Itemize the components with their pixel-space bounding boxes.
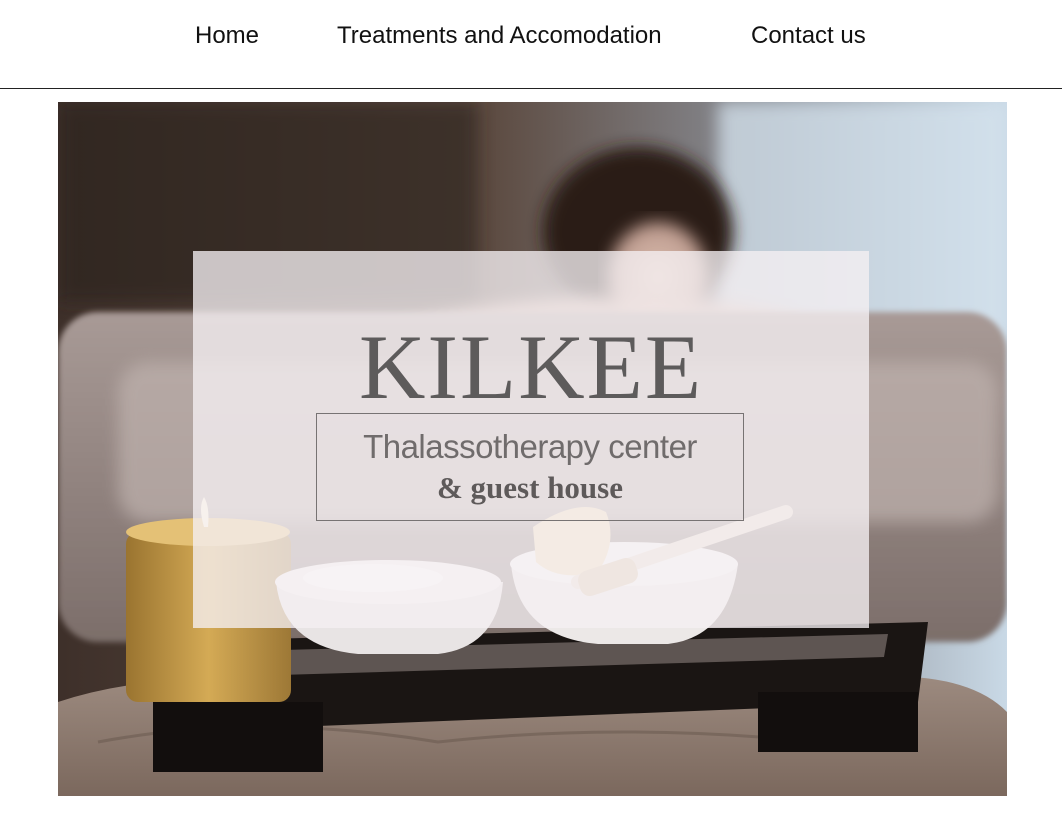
logo-panel: KILKEE Thalassotherapy center & guest ho… [193,251,869,628]
logo-subtitle-line2: & guest house [436,470,623,505]
logo-subtitle-box: Thalassotherapy center & guest house [316,413,744,521]
top-navigation: Home Treatments and Accomodation Contact… [0,0,1062,89]
logo-title: KILKEE [358,316,704,418]
hero-banner: KILKEE Thalassotherapy center & guest ho… [58,102,1007,796]
nav-link-treatments-and-accomodation[interactable]: Treatments and Accomodation [337,22,662,50]
logo-subtitle-line1: Thalassotherapy center [363,428,697,465]
nav-link-contact-us[interactable]: Contact us [751,22,866,50]
nav-link-home[interactable]: Home [195,22,259,50]
